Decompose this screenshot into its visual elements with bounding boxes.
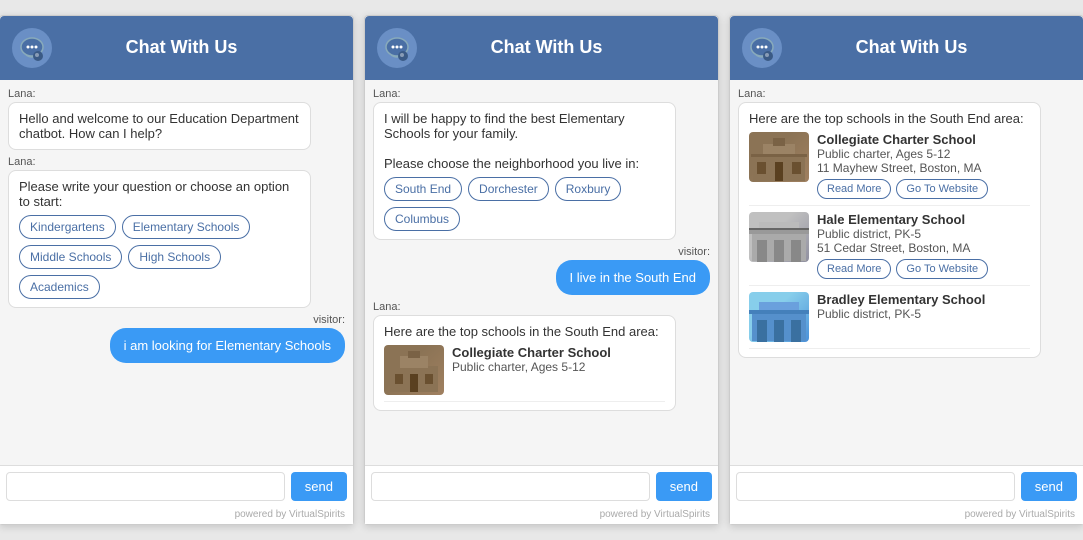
school-img-2: [749, 212, 809, 262]
school-preview-info: Collegiate Charter School Public charter…: [452, 345, 665, 374]
chat-input-area-2: send: [365, 465, 718, 507]
bot-message-1-1: Lana: Hello and welcome to our Education…: [8, 88, 345, 150]
chat-title-3: Chat With Us: [792, 37, 1031, 58]
send-button-3[interactable]: send: [1021, 472, 1077, 501]
send-button-2[interactable]: send: [656, 472, 712, 501]
school-img-placeholder: [384, 345, 444, 395]
read-more-btn-1[interactable]: Read More: [817, 179, 891, 199]
chat-footer-2: powered by VirtualSpirits: [365, 507, 718, 524]
sender-label-1-1: Lana:: [8, 88, 345, 100]
option-south-end[interactable]: South End: [384, 177, 462, 201]
school-preview-card: Collegiate Charter School Public charter…: [384, 339, 665, 402]
option-dorchester[interactable]: Dorchester: [468, 177, 549, 201]
chat-input-area-1: send: [0, 465, 353, 507]
bot-message-3-1: Lana: Here are the top schools in the So…: [738, 88, 1075, 358]
bot-message-2-2: Lana: Here are the top schools in the So…: [373, 301, 710, 411]
message-bubble-2-2: Here are the top schools in the South En…: [373, 315, 676, 411]
school-name-3: Bradley Elementary School: [817, 292, 1030, 307]
send-button-1[interactable]: send: [291, 472, 347, 501]
chat-input-3[interactable]: [736, 472, 1015, 501]
chat-widget-3: Chat With Us Lana: Here are the top scho…: [729, 15, 1083, 525]
option-middle-schools[interactable]: Middle Schools: [19, 245, 122, 269]
option-roxbury[interactable]: Roxbury: [555, 177, 622, 201]
visitor-label-1-1: visitor:: [313, 314, 345, 326]
option-academics[interactable]: Academics: [19, 275, 100, 299]
school-img-3: [749, 292, 809, 342]
chat-title-1: Chat With Us: [62, 37, 301, 58]
chat-messages-3: Lana: Here are the top schools in the So…: [730, 80, 1083, 465]
chat-widget-2: Chat With Us Lana: I will be happy to fi…: [364, 15, 719, 525]
options-grid-2: South End Dorchester Roxbury Columbus: [384, 177, 665, 231]
school-type-2: Public district, PK-5: [817, 227, 1030, 241]
visitor-message-2-1: visitor: I live in the South End: [373, 246, 710, 295]
chat-input-1[interactable]: [6, 472, 285, 501]
sender-label-1-2: Lana:: [8, 156, 345, 168]
chat-title-2: Chat With Us: [427, 37, 666, 58]
message-bubble-2-1: I will be happy to find the best Element…: [373, 102, 676, 240]
option-elementary-schools[interactable]: Elementary Schools: [122, 215, 251, 239]
school-img-1: [749, 132, 809, 182]
option-high-schools[interactable]: High Schools: [128, 245, 221, 269]
school-name-2: Hale Elementary School: [817, 212, 1030, 227]
bot-message-1-2: Lana: Please write your question or choo…: [8, 156, 345, 308]
sender-label-3-1: Lana:: [738, 88, 1075, 100]
option-kindergartens[interactable]: Kindergartens: [19, 215, 116, 239]
chat-icon-1: [12, 28, 52, 68]
chat-header-3: Chat With Us: [730, 16, 1083, 80]
chat-header-1: Chat With Us: [0, 16, 353, 80]
message-bubble-1-1: Hello and welcome to our Education Depar…: [8, 102, 311, 150]
go-to-website-btn-2[interactable]: Go To Website: [896, 259, 988, 279]
chat-header-2: Chat With Us: [365, 16, 718, 80]
school-type-1: Public charter, Ages 5-12: [817, 147, 1030, 161]
chat-messages-1: Lana: Hello and welcome to our Education…: [0, 80, 353, 465]
chat-footer-3: powered by VirtualSpirits: [730, 507, 1083, 524]
visitor-bubble-1-1: i am looking for Elementary Schools: [110, 328, 345, 363]
option-columbus[interactable]: Columbus: [384, 207, 460, 231]
bot-message-2-1: Lana: I will be happy to find the best E…: [373, 88, 710, 240]
read-more-btn-2[interactable]: Read More: [817, 259, 891, 279]
visitor-bubble-2-1: I live in the South End: [556, 260, 710, 295]
options-grid-1: Kindergartens Elementary Schools Middle …: [19, 215, 300, 299]
school-card-2: Hale Elementary School Public district, …: [749, 206, 1030, 286]
chat-widget-1: Chat With Us Lana: Hello and welcome to …: [0, 15, 354, 525]
sender-label-2-1: Lana:: [373, 88, 710, 100]
school-card-1: Collegiate Charter School Public charter…: [749, 126, 1030, 206]
go-to-website-btn-1[interactable]: Go To Website: [896, 179, 988, 199]
school-address-2: 51 Cedar Street, Boston, MA: [817, 241, 1030, 255]
chat-input-area-3: send: [730, 465, 1083, 507]
message-bubble-3-1: Here are the top schools in the South En…: [738, 102, 1041, 358]
school-address-1: 11 Mayhew Street, Boston, MA: [817, 161, 1030, 175]
sender-label-2-2: Lana:: [373, 301, 710, 313]
visitor-message-1-1: visitor: i am looking for Elementary Sch…: [8, 314, 345, 363]
school-info-1: Collegiate Charter School Public charter…: [817, 132, 1030, 199]
chat-messages-2: Lana: I will be happy to find the best E…: [365, 80, 718, 465]
school-info-3: Bradley Elementary School Public distric…: [817, 292, 1030, 321]
chat-container: Chat With Us Lana: Hello and welcome to …: [0, 0, 1083, 540]
school-card-3: Bradley Elementary School Public distric…: [749, 286, 1030, 349]
school-actions-1: Read More Go To Website: [817, 179, 1030, 199]
school-actions-2: Read More Go To Website: [817, 259, 1030, 279]
chat-icon-2: [377, 28, 417, 68]
school-type-3: Public district, PK-5: [817, 307, 1030, 321]
school-preview-img: [384, 345, 444, 395]
chat-footer-1: powered by VirtualSpirits: [0, 507, 353, 524]
chat-input-2[interactable]: [371, 472, 650, 501]
school-info-2: Hale Elementary School Public district, …: [817, 212, 1030, 279]
visitor-label-2-1: visitor:: [678, 246, 710, 258]
message-bubble-1-2: Please write your question or choose an …: [8, 170, 311, 308]
chat-icon-3: [742, 28, 782, 68]
school-name-1: Collegiate Charter School: [817, 132, 1030, 147]
